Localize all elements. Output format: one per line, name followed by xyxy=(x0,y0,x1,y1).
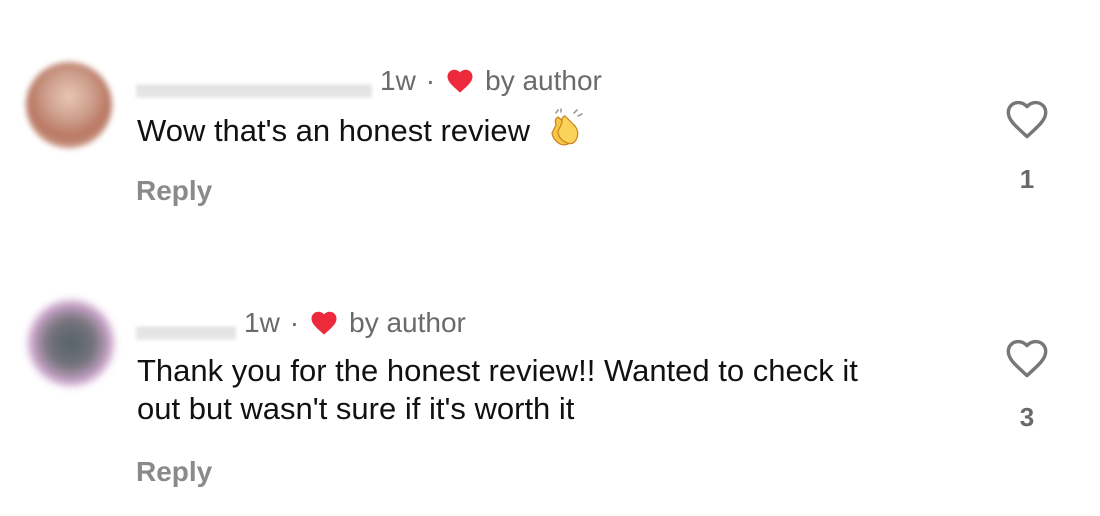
comment-item: 1w · by author Thank you for the honest … xyxy=(0,240,1100,516)
clapping-hands-icon xyxy=(551,108,583,146)
liked-by-author-label: by author xyxy=(485,65,602,96)
like-count: 3 xyxy=(1019,402,1035,432)
meta-separator: · xyxy=(425,65,436,96)
comment-meta: 1w · by author xyxy=(136,64,602,98)
comment-timestamp: 1w xyxy=(380,65,416,96)
avatar[interactable] xyxy=(26,62,112,148)
reply-button[interactable]: Reply xyxy=(136,175,212,207)
heart-icon xyxy=(447,69,473,93)
meta-separator: · xyxy=(289,307,300,338)
liked-by-author-label: by author xyxy=(349,307,466,338)
comment-text-content: Wow that's an honest review xyxy=(137,113,531,149)
comment-text: Thank you for the honest review!! Wanted… xyxy=(137,353,858,426)
username-blurred[interactable] xyxy=(136,306,236,340)
like-count: 1 xyxy=(1019,164,1035,194)
comment-meta: 1w · by author xyxy=(136,306,466,340)
heart-icon xyxy=(311,311,337,335)
comment-text: Wow that's an honest review xyxy=(137,108,586,155)
comment-timestamp: 1w xyxy=(244,307,280,338)
heart-outline-icon[interactable] xyxy=(1004,337,1050,379)
reply-button[interactable]: Reply xyxy=(136,456,212,488)
avatar[interactable] xyxy=(28,300,114,386)
heart-outline-icon[interactable] xyxy=(1004,98,1050,140)
comment-item: 1w · by author Wow that's an honest revi… xyxy=(0,0,1100,240)
username-blurred[interactable] xyxy=(136,64,372,98)
